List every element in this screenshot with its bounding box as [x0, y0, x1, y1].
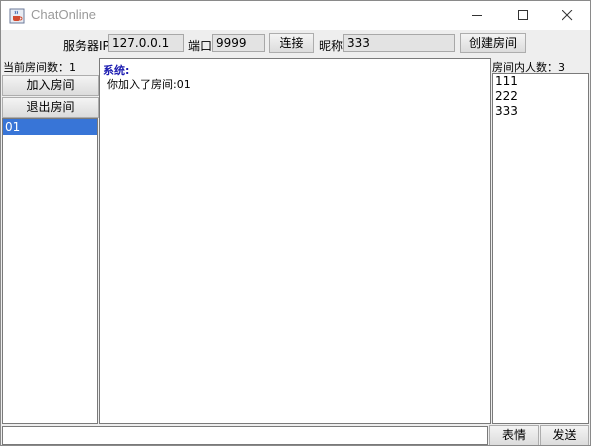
port-label: 端口	[188, 39, 213, 53]
member-list-item[interactable]: 222	[493, 89, 588, 104]
port-field[interactable]	[212, 34, 265, 52]
minimize-button[interactable]	[454, 1, 500, 30]
connect-button[interactable]: 连接	[269, 33, 314, 53]
member-list-item[interactable]: 111	[493, 74, 588, 89]
leave-room-button[interactable]: 退出房间	[2, 97, 99, 118]
send-button[interactable]: 发送	[540, 425, 589, 445]
minimize-icon	[472, 15, 482, 16]
close-button[interactable]	[544, 1, 590, 30]
room-count-label: 当前房间数：1	[3, 61, 76, 74]
message-input[interactable]	[2, 426, 488, 445]
title-bar[interactable]: ChatOnline	[1, 1, 590, 30]
room-list-item[interactable]: 01	[3, 119, 97, 135]
nickname-field[interactable]	[343, 34, 455, 52]
nickname-label: 昵称	[319, 39, 344, 53]
emoji-button[interactable]: 表情	[489, 425, 539, 445]
java-cup-icon	[9, 8, 25, 24]
maximize-icon	[518, 10, 528, 20]
create-room-button[interactable]: 创建房间	[460, 33, 526, 53]
message-text: 你加入了房间:01	[107, 78, 191, 91]
room-list[interactable]: 01	[2, 118, 98, 424]
connection-toolbar: 服务器IP 端口 连接 昵称 创建房间	[1, 30, 590, 56]
chat-display-area[interactable]: 系统: 你加入了房间:01	[99, 58, 491, 424]
close-icon	[562, 10, 573, 21]
maximize-button[interactable]	[500, 1, 546, 30]
window-title: ChatOnline	[31, 7, 97, 22]
join-room-button[interactable]: 加入房间	[2, 75, 99, 96]
server-ip-label: 服务器IP	[63, 39, 110, 53]
server-ip-field[interactable]	[108, 34, 184, 52]
member-list-item[interactable]: 333	[493, 104, 588, 119]
member-list[interactable]: 111 222 333	[492, 73, 589, 424]
chat-window: ChatOnline 服务器IP 端口 连接 昵称 创建房间 当前房间数：1 加…	[0, 0, 591, 446]
